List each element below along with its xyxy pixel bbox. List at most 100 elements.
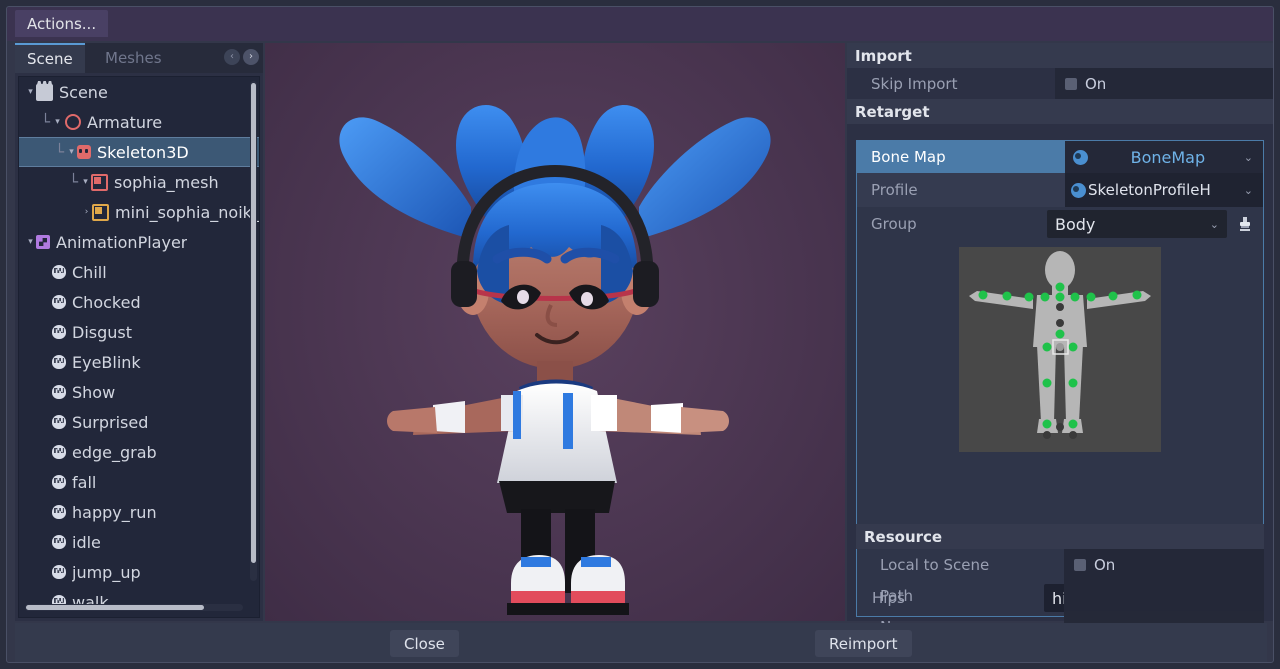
tree-item-sophia-mesh[interactable]: └▾sophia_mesh [19, 167, 260, 197]
tab-scroll-right-icon[interactable]: › [243, 49, 259, 65]
animation-icon [52, 505, 66, 519]
tree-item-walk[interactable]: walk [19, 587, 260, 617]
mesh-icon [91, 174, 108, 191]
scene-tree-hscroll-thumb[interactable] [26, 605, 204, 610]
tree-item-edge-grab[interactable]: edge_grab [19, 437, 260, 467]
close-button[interactable]: Close [390, 630, 459, 657]
scene-tree-list[interactable]: ▾Scene└▾Armature└▾Skeleton3D└▾sophia_mes… [19, 77, 260, 618]
local-to-scene-value[interactable]: On [1064, 549, 1264, 580]
tree-item-label: Show [72, 383, 115, 402]
local-to-scene-row[interactable]: Local to Scene On [856, 549, 1264, 580]
tree-item-label: Chill [72, 263, 107, 282]
animation-icon [52, 355, 66, 369]
path-row[interactable]: Path [856, 580, 1264, 611]
tab-scroll-left-icon[interactable]: ‹ [224, 49, 240, 65]
tree-item-chill[interactable]: Chill [19, 257, 260, 287]
tree-expand-caret-icon[interactable]: ▾ [25, 237, 36, 247]
scene-icon [36, 84, 53, 101]
bone-map-resource-field[interactable]: BoneMap ⌄ [1065, 141, 1263, 173]
model-preview-viewport[interactable] [265, 43, 845, 621]
tree-item-armature[interactable]: └▾Armature [19, 107, 260, 137]
profile-value-field[interactable]: SkeletonProfileH ⌄ [1065, 173, 1263, 207]
group-value: Body [1055, 215, 1210, 234]
skip-import-value[interactable]: On [1055, 68, 1273, 99]
tree-item-label: Chocked [72, 293, 141, 312]
tree-item-chocked[interactable]: Chocked [19, 287, 260, 317]
import-dialog-window: Actions... Scene Meshes ‹ › ▾Scene└▾Arma… [6, 6, 1274, 663]
profile-value: SkeletonProfileH [1088, 181, 1244, 199]
bone-map-resource-name: BoneMap [1092, 148, 1244, 167]
tab-scroll-arrows: ‹ › [224, 49, 259, 65]
tree-item-skeleton3d[interactable]: └▾Skeleton3D [19, 137, 260, 167]
animation-player-icon [36, 235, 50, 249]
tab-scene[interactable]: Scene [15, 43, 85, 73]
paint-bucket-icon[interactable] [1233, 211, 1257, 237]
close-button-label: Close [404, 635, 445, 653]
tree-item-animationplayer[interactable]: ▾AnimationPlayer [19, 227, 260, 257]
scene-tree-panel: ▾Scene└▾Armature└▾Skeleton3D└▾sophia_mes… [18, 76, 260, 618]
reimport-button[interactable]: Reimport [815, 630, 912, 657]
path-input[interactable] [1064, 580, 1264, 611]
character-preview-image [265, 43, 845, 621]
bone-map-silhouette[interactable] [959, 247, 1161, 452]
scene-tree-vscroll-thumb[interactable] [251, 83, 256, 563]
tree-item-label: edge_grab [72, 443, 157, 462]
humanoid-silhouette-image[interactable] [959, 247, 1161, 452]
tree-expand-caret-icon[interactable]: ▾ [66, 147, 77, 157]
import-section-title: Import [855, 47, 912, 65]
tree-item-happy-run[interactable]: happy_run [19, 497, 260, 527]
tree-expand-caret-icon[interactable]: ▾ [80, 177, 91, 187]
tree-item-idle[interactable]: idle [19, 527, 260, 557]
tree-item-label: happy_run [72, 503, 157, 522]
profile-row[interactable]: Profile SkeletonProfileH ⌄ [857, 173, 1263, 207]
dialog-title-label: Actions... [27, 15, 96, 33]
skip-import-row[interactable]: Skip Import On [847, 68, 1273, 99]
tree-item-label: Armature [87, 113, 162, 132]
skip-import-checkbox-icon[interactable] [1065, 78, 1077, 90]
tree-item-label: fall [72, 473, 96, 492]
tab-meshes[interactable]: Meshes [93, 43, 174, 73]
tree-item-show[interactable]: Show [19, 377, 260, 407]
retarget-section-title: Retarget [855, 103, 930, 121]
animation-icon [52, 535, 66, 549]
tree-item-mini-sophia-noik-c[interactable]: ›mini_sophia_noik_C [19, 197, 260, 227]
tree-item-label: Surprised [72, 413, 148, 432]
tree-expand-caret-icon[interactable]: ▾ [25, 87, 36, 97]
local-to-scene-checkbox-icon[interactable] [1074, 559, 1086, 571]
tree-expand-caret-icon[interactable]: ▾ [52, 117, 63, 127]
animation-icon [52, 445, 66, 459]
profile-resource-icon [1071, 183, 1086, 198]
group-chevron-down-icon[interactable]: ⌄ [1210, 218, 1219, 231]
tree-item-surprised[interactable]: Surprised [19, 407, 260, 437]
tab-scroll-right-glyph: › [249, 51, 253, 62]
bone-map-chevron-down-icon[interactable]: ⌄ [1244, 151, 1253, 164]
scene-tree-vertical-scrollbar[interactable] [250, 81, 257, 581]
skip-import-label: Skip Import [847, 75, 1055, 93]
actions-menu-button[interactable]: Actions... [15, 10, 108, 37]
tree-item-disgust[interactable]: Disgust [19, 317, 260, 347]
profile-chevron-down-icon[interactable]: ⌄ [1244, 184, 1253, 197]
tree-guide-line: └ [53, 143, 66, 161]
tree-item-eyeblink[interactable]: EyeBlink [19, 347, 260, 377]
tree-expand-caret-icon[interactable]: › [81, 207, 92, 217]
retarget-section-header: Retarget [847, 99, 1273, 124]
tree-item-label: EyeBlink [72, 353, 141, 372]
animation-icon [52, 265, 66, 279]
tree-item-fall[interactable]: fall [19, 467, 260, 497]
tree-item-scene[interactable]: ▾Scene [19, 77, 260, 107]
bone-map-row[interactable]: Bone Map BoneMap ⌄ [857, 141, 1263, 173]
profile-label: Profile [857, 173, 1065, 207]
tree-item-jump-up[interactable]: jump_up [19, 557, 260, 587]
group-row[interactable]: Group Body ⌄ [857, 207, 1263, 241]
animation-icon [52, 415, 66, 429]
import-section-header: Import [847, 43, 1273, 68]
resource-section-header: Resource [856, 524, 1264, 549]
tree-item-label: jump_up [72, 563, 141, 582]
animation-icon [52, 475, 66, 489]
path-label: Path [856, 587, 1064, 605]
scene-tree-horizontal-scrollbar[interactable] [25, 604, 243, 611]
group-select[interactable]: Body ⌄ [1047, 210, 1227, 238]
local-to-scene-label: Local to Scene [856, 556, 1064, 574]
tree-item-label: sophia_mesh [114, 173, 219, 192]
tree-item-label: idle [72, 533, 101, 552]
